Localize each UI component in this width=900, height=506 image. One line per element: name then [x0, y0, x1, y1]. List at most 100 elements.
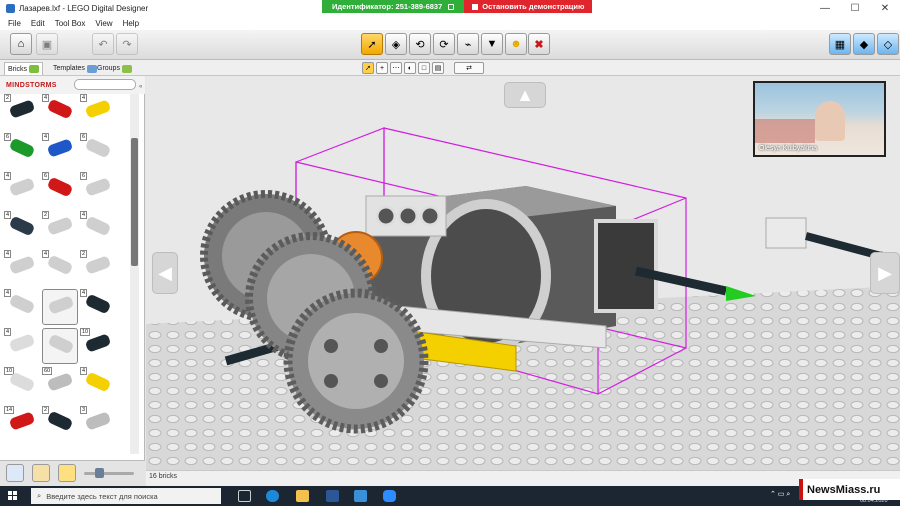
rotate-right-button[interactable]: ▶ — [870, 252, 900, 294]
instructions-mode-icon: ◇ — [883, 38, 893, 51]
brick-thumbnail — [8, 333, 36, 353]
brick-item[interactable]: 4 — [42, 133, 78, 169]
palette-brickset-button[interactable] — [58, 464, 76, 482]
brick-item[interactable]: 60 — [42, 367, 78, 403]
brick-item[interactable]: 6 — [80, 133, 116, 169]
paint-tool-button[interactable]: ▼ — [481, 33, 503, 55]
task-view-icon[interactable] — [238, 490, 251, 502]
brick-item[interactable]: 2 — [42, 406, 78, 442]
brick-item[interactable]: 14 — [4, 406, 40, 442]
delete-tool-button[interactable]: ✖ — [528, 33, 550, 55]
collapse-palette-icon[interactable]: « — [139, 84, 142, 90]
brick-thumbnail — [47, 295, 75, 315]
view-mode-button[interactable]: ◆ — [853, 33, 875, 55]
palette-filter-button[interactable] — [6, 464, 24, 482]
rotate-up-button[interactable]: ▲ — [504, 82, 546, 108]
palette-zoom-slider[interactable] — [84, 472, 134, 475]
brick-item[interactable]: 4 — [42, 250, 78, 286]
palette-zoom-knob[interactable] — [95, 468, 104, 478]
brick-item[interactable]: 4 — [80, 289, 116, 325]
brick-item[interactable]: 4 — [4, 328, 40, 364]
brick-thumbnail — [46, 176, 74, 198]
palette-scroll-thumb[interactable] — [131, 138, 138, 266]
brick-item[interactable]: 2 — [4, 94, 40, 130]
zoom-icon[interactable] — [383, 490, 396, 502]
brick-count-badge: 2 — [80, 250, 88, 258]
redo-button[interactable]: ↷ — [116, 33, 138, 55]
minimize-button[interactable]: — — [810, 0, 840, 16]
invert-selection-button[interactable]: ⇄ — [454, 62, 484, 74]
single-select-button[interactable]: ➚ — [362, 62, 374, 74]
windows-start-icon[interactable] — [8, 491, 18, 501]
color-shape-select-button[interactable]: ▤ — [432, 62, 444, 74]
brick-item[interactable]: 6 — [80, 172, 116, 208]
brick-item[interactable]: 10 — [4, 367, 40, 403]
brick-item[interactable]: 4 — [80, 211, 116, 247]
menu-view[interactable]: View — [95, 19, 112, 28]
tab-bricks[interactable]: Bricks — [4, 62, 44, 75]
menu-edit[interactable]: Edit — [31, 19, 45, 28]
menu-file[interactable]: File — [8, 19, 21, 28]
flex-tool-button[interactable]: ⌁ — [457, 33, 479, 55]
brick-icon — [29, 65, 40, 73]
hinge-align-tool-button[interactable]: ⟳ — [433, 33, 455, 55]
maximize-button[interactable]: ☐ — [840, 0, 870, 16]
brick-item[interactable]: 4 — [80, 94, 116, 130]
arrow-right-icon: ▶ — [878, 262, 892, 283]
brick-item[interactable]: 4 — [80, 367, 116, 403]
undo-button[interactable]: ↶ — [92, 33, 114, 55]
color-select-button[interactable]: ◐ — [404, 62, 416, 74]
search-icon: ⌕ — [37, 491, 42, 500]
multi-select-button[interactable]: + — [376, 62, 388, 74]
brick-item[interactable]: 10 — [80, 328, 116, 364]
close-button[interactable]: ✕ — [870, 0, 900, 16]
brick-count-badge: 10 — [80, 328, 91, 336]
edge-browser-icon[interactable] — [266, 490, 279, 502]
lego-designer-taskbar-icon[interactable] — [354, 490, 367, 502]
menu-toolbox[interactable]: Tool Box — [55, 19, 86, 28]
save-button[interactable]: ▣ — [36, 33, 58, 55]
brick-item[interactable]: 2 — [80, 250, 116, 286]
file-explorer-icon[interactable] — [296, 490, 309, 502]
brick-item[interactable]: 6 — [42, 172, 78, 208]
brick-item[interactable]: 3 — [80, 406, 116, 442]
tab-templates[interactable]: Templates — [50, 62, 100, 75]
brick-item[interactable]: 4 — [4, 250, 40, 286]
clone-tool-button[interactable]: ◈ — [385, 33, 407, 55]
brick-item[interactable] — [42, 289, 78, 325]
shape-select-button[interactable]: □ — [418, 62, 430, 74]
menu-help[interactable]: Help — [123, 19, 139, 28]
palette-scrollbar[interactable] — [130, 94, 139, 454]
taskbar-search-input[interactable]: ⌕ Введите здесь текст для поиска — [31, 488, 221, 504]
brick-item[interactable]: 4 — [4, 289, 40, 325]
brick-item[interactable]: 2 — [42, 211, 78, 247]
home-button[interactable]: ⌂ — [10, 33, 32, 55]
video-call-overlay[interactable]: Olesya Kulbyakina — [753, 81, 886, 157]
palette-search-input[interactable] — [74, 79, 136, 90]
hinge-tool-button[interactable]: ⟲ — [409, 33, 431, 55]
brick-item[interactable]: 4 — [42, 94, 78, 130]
connected-select-button[interactable]: ⋯ — [390, 62, 402, 74]
brick-item[interactable]: 6 — [4, 133, 40, 169]
decoration-tool-button[interactable]: ☻ — [505, 33, 527, 55]
brick-count-badge: 6 — [80, 172, 88, 180]
tab-groups[interactable]: Groups — [94, 62, 135, 75]
flex-icon: ⌁ — [464, 38, 472, 51]
brick-item[interactable]: 4 — [4, 172, 40, 208]
rotate-left-button[interactable]: ◀ — [152, 252, 178, 294]
instructions-mode-button[interactable]: ◇ — [877, 33, 899, 55]
shape-select-icon: □ — [421, 64, 427, 72]
palette-color-button[interactable] — [32, 464, 50, 482]
brick-item[interactable] — [42, 328, 78, 364]
brick-thumbnail — [84, 177, 112, 197]
brick-palette: MINDSTORMS « 2 4 4 6 4 6 4 6 6 4 2 4 4 4 2 4 4 4 10 10 60 4 14… — [0, 76, 145, 470]
window-controls: — ☐ ✕ — [810, 0, 900, 16]
window-title: Лазарев.lxf - LEGO Digital Designer — [19, 3, 149, 13]
invert-selection-icon: ⇄ — [466, 65, 472, 72]
select-tool-button[interactable]: ➚ — [361, 33, 383, 55]
word-icon[interactable] — [326, 490, 339, 502]
brick-thumbnail — [8, 215, 36, 237]
build-mode-button[interactable]: ▦ — [829, 33, 851, 55]
brick-item[interactable]: 4 — [4, 211, 40, 247]
stop-demo-button[interactable]: Остановить демонстрацию — [464, 0, 593, 13]
